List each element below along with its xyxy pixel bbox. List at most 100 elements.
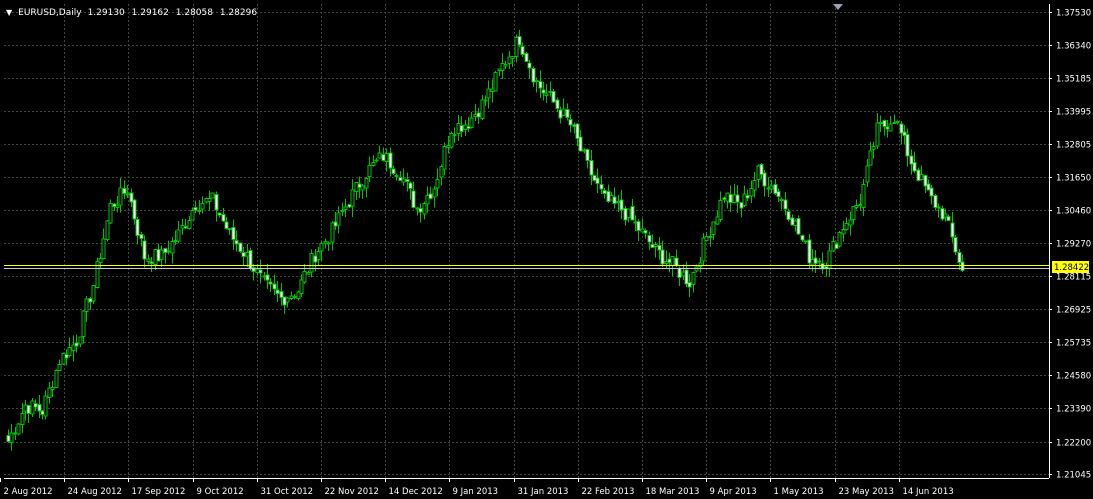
candle-body [54,369,59,389]
x-tick-label: 24 Aug 2012 [68,487,122,497]
candle-body [238,242,243,253]
candle-body [122,188,127,195]
candle-body [285,297,290,303]
candle-body [442,145,447,170]
candle-body [578,136,583,152]
y-tick-label: 1.23390 [1056,405,1091,415]
candle-body [67,346,72,357]
candle-body [476,112,481,118]
candle-body [483,99,488,102]
candle [704,232,709,242]
candle [595,168,600,193]
candle-body [118,187,123,206]
candle-body [851,206,856,220]
candle-body [132,199,137,220]
candle-body [190,209,195,221]
candle-body [241,252,246,258]
candle [875,113,880,150]
candle [953,235,958,255]
candle [538,70,543,99]
candle-body [837,231,842,247]
candle-body [377,152,382,159]
candle [163,247,168,264]
candle-body [108,202,113,224]
candle-body [149,261,154,265]
x-tick-label: 9 Apr 2013 [710,487,757,497]
dropdown-caret-icon[interactable]: ▼ [6,6,12,20]
candle [888,116,893,132]
candle [653,242,658,258]
candle [507,51,512,70]
candle-body [779,198,784,201]
y-tick-label: 1.35185 [1056,75,1091,85]
candle [9,423,14,451]
candle-body [411,190,416,209]
candle [820,252,825,275]
y-tick-label: 1.29270 [1056,240,1091,250]
candle-body [159,249,164,260]
chart-header: ▼ EURUSD,Daily 1.29130 1.29162 1.28058 1… [6,6,261,20]
candle [486,80,491,109]
candle-body [98,257,103,264]
candle-body [531,68,536,83]
candle [364,177,369,198]
candle-body [200,203,205,210]
candle [214,191,219,222]
candle [929,184,934,205]
candle [54,369,59,389]
candle-body [343,206,348,210]
candle [374,157,379,163]
candle [210,192,215,199]
candle-body [602,190,607,195]
candle-body [657,244,662,251]
candle [78,336,83,348]
candle-body [486,88,491,99]
candle [71,335,76,362]
candle [691,271,696,293]
candle [677,266,682,287]
chart-window[interactable]: 1.37530 1.36340 1.35185 1.33995 1.32805 1.316… [0,0,1093,499]
candle [762,170,767,197]
candle-body [691,271,696,285]
candle [837,230,842,248]
candle-body [207,198,212,202]
candle-body [197,209,202,213]
candle-body [841,228,846,235]
candle-body [30,400,35,415]
candle [517,30,522,48]
candle-body [728,193,733,204]
y-tick-label: 1.26925 [1056,306,1091,316]
candle-body [210,192,215,199]
price-chart[interactable]: 1.37530 1.36340 1.35185 1.33995 1.32805 1.316… [0,0,1093,499]
candle [585,148,590,169]
ohlc-values: 1.29130 1.29162 1.28058 1.28296 [88,6,262,20]
candle [101,228,106,260]
candle-body [899,123,904,134]
time-axis[interactable]: 2 Aug 2012 24 Aug 2012 17 Sep 2012 9 Oct 20… [0,478,954,497]
candle-body [227,227,232,230]
price-tag: 1.28422 [1052,261,1089,273]
candle-body [670,256,675,266]
candle-body [388,152,393,169]
candle-body [105,220,110,241]
x-tick-label: 17 Sep 2012 [132,487,186,497]
chart-shift-marker-icon[interactable] [833,4,843,10]
candle [524,52,529,62]
candle-body [435,178,440,189]
candle [176,220,181,243]
candle-body [538,80,543,89]
y-tick-label: 1.36340 [1056,42,1091,52]
candle-body [701,237,706,262]
price-axis[interactable]: 1.37530 1.36340 1.35185 1.33995 1.32805 1.316… [1049,9,1091,481]
candle-body [91,285,96,302]
candle-body [170,240,175,254]
candle-body [589,159,594,176]
candle [827,243,832,277]
candle-body [800,235,805,241]
candle-body [745,194,750,199]
candle-body [946,216,951,221]
candle-body [272,283,277,290]
candle [166,240,171,255]
candles [6,30,965,451]
candle [544,84,549,103]
